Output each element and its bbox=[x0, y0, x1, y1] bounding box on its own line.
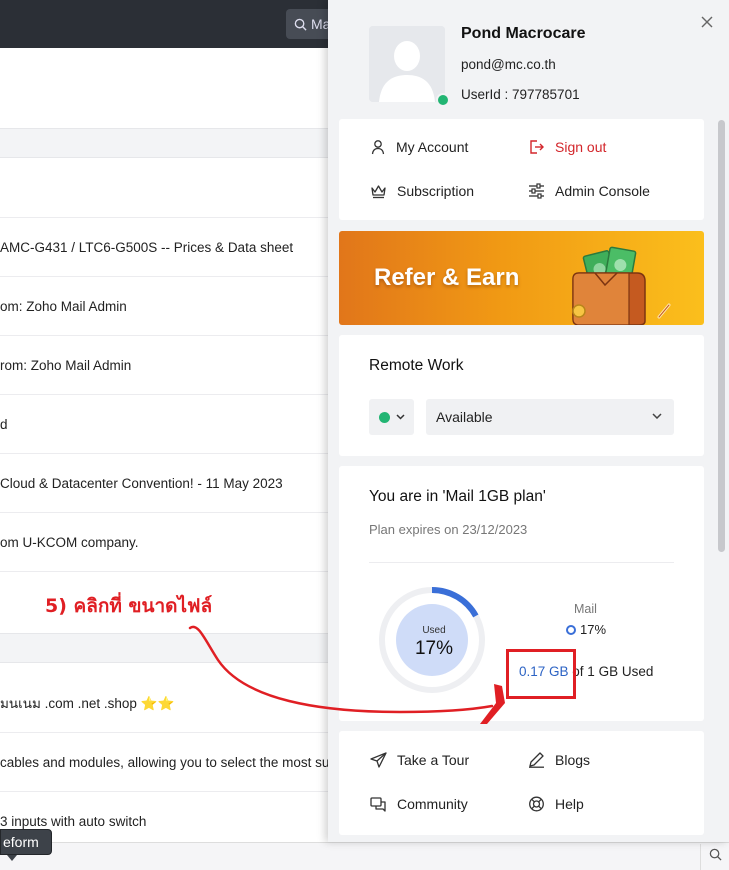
user-id: UserId : 797785701 bbox=[461, 87, 580, 102]
admin-console-label: Admin Console bbox=[555, 183, 650, 199]
chat-bubbles-icon bbox=[370, 797, 386, 812]
row-subject: AMC-G431 / LTC6-G500S -- Prices & Data s… bbox=[0, 240, 294, 255]
tooltip: eform bbox=[0, 829, 52, 861]
wallet-icon bbox=[572, 246, 671, 325]
row-subject: Cloud & Datacenter Convention! - 11 May … bbox=[0, 476, 283, 491]
close-icon bbox=[701, 16, 713, 28]
status-select[interactable]: Available bbox=[426, 399, 674, 435]
user-icon bbox=[371, 140, 385, 155]
refer-earn-text: Refer & Earn bbox=[374, 264, 520, 291]
remote-work-title: Remote Work bbox=[369, 357, 464, 374]
row-subject: 3 inputs with auto switch bbox=[0, 814, 147, 829]
admin-console-link[interactable]: Admin Console bbox=[528, 183, 650, 199]
bottom-bar bbox=[0, 842, 729, 870]
user-name: Pond Macrocare bbox=[461, 25, 586, 42]
row-subject: om: Zoho Mail Admin bbox=[0, 299, 127, 314]
online-status-dot bbox=[436, 93, 450, 107]
scrollbar-thumb[interactable] bbox=[718, 120, 725, 552]
donut-label: Used bbox=[422, 625, 446, 636]
take-tour-label: Take a Tour bbox=[397, 752, 470, 768]
table-row[interactable]: cables and modules, allowing you to sele… bbox=[0, 733, 340, 792]
row-subject: มนเนม .com .net .shop ⭐⭐ bbox=[0, 696, 175, 711]
table-row[interactable] bbox=[0, 159, 340, 218]
legend-value: 17% bbox=[580, 622, 607, 637]
chevron-down-icon bbox=[395, 414, 405, 420]
crown-icon bbox=[371, 185, 386, 199]
sliders-icon bbox=[529, 183, 544, 199]
annotation-highlight-box bbox=[506, 649, 576, 699]
list-group-header bbox=[0, 633, 340, 663]
status-value: Available bbox=[436, 409, 493, 425]
row-subject: rom: Zoho Mail Admin bbox=[0, 358, 132, 373]
community-link[interactable]: Community bbox=[370, 796, 468, 812]
legend-item: 17% bbox=[566, 622, 606, 637]
avatar[interactable] bbox=[369, 26, 445, 102]
row-subject: d bbox=[0, 417, 8, 432]
pencil-icon bbox=[529, 752, 544, 768]
table-row[interactable]: om U-KCOM company. bbox=[0, 513, 340, 572]
presence-dropdown[interactable] bbox=[369, 399, 414, 435]
storage-usage-suffix: of 1 GB Used bbox=[572, 664, 654, 679]
user-silhouette-icon bbox=[369, 26, 445, 102]
profile-panel: Pond Macrocare pond@mc.co.th UserId : 79… bbox=[328, 0, 729, 842]
community-label: Community bbox=[397, 796, 468, 812]
divider bbox=[369, 562, 674, 563]
help-link[interactable]: Help bbox=[528, 796, 584, 812]
refer-earn-banner[interactable]: Refer & Earn bbox=[339, 231, 704, 325]
table-row[interactable]: d bbox=[0, 395, 340, 454]
sign-out-label: Sign out bbox=[555, 139, 607, 155]
table-row[interactable]: rom: Zoho Mail Admin bbox=[0, 336, 340, 395]
sign-out-link[interactable]: Sign out bbox=[528, 139, 606, 155]
close-button[interactable] bbox=[697, 12, 717, 32]
donut-percent: 17% bbox=[414, 638, 454, 659]
plan-expiry: Plan expires on 23/12/2023 bbox=[369, 522, 528, 537]
lifebuoy-icon bbox=[529, 796, 544, 812]
plan-title: You are in 'Mail 1GB plan' bbox=[369, 488, 546, 505]
legend-title: Mail bbox=[574, 602, 597, 616]
presence-dot bbox=[378, 411, 390, 423]
annotation-text: 5) คลิกที่ ขนาดไฟล์ bbox=[45, 595, 213, 617]
list-group-header bbox=[0, 128, 340, 158]
bottom-search-button[interactable] bbox=[700, 844, 729, 870]
subscription-label: Subscription bbox=[397, 183, 475, 199]
user-email: pond@mc.co.th bbox=[461, 57, 556, 72]
chevron-down-icon bbox=[652, 413, 662, 419]
table-row[interactable]: AMC-G431 / LTC6-G500S -- Prices & Data s… bbox=[0, 218, 340, 277]
help-label: Help bbox=[555, 796, 584, 812]
blogs-label: Blogs bbox=[555, 752, 591, 768]
subscription-link[interactable]: Subscription bbox=[370, 183, 474, 199]
row-subject: cables and modules, allowing you to sele… bbox=[0, 755, 330, 770]
paper-plane-icon bbox=[370, 752, 387, 768]
search-icon bbox=[294, 18, 307, 31]
table-row[interactable]: om: Zoho Mail Admin bbox=[0, 277, 340, 336]
donut-label-group: Used 17% bbox=[398, 612, 470, 684]
remote-work-card: Remote Work Available bbox=[339, 335, 704, 456]
sign-out-icon bbox=[530, 140, 544, 154]
my-account-label: My Account bbox=[396, 139, 469, 155]
table-row[interactable]: Cloud & Datacenter Convention! - 11 May … bbox=[0, 454, 340, 513]
row-subject: om U-KCOM company. bbox=[0, 535, 139, 550]
table-row[interactable]: มนเนม .com .net .shop ⭐⭐ bbox=[0, 674, 340, 733]
account-menu-card: My Account Sign out Subscription Admin C… bbox=[339, 119, 704, 220]
search-icon bbox=[709, 848, 722, 861]
legend-marker bbox=[566, 624, 576, 635]
my-account-link[interactable]: My Account bbox=[370, 139, 468, 155]
blogs-link[interactable]: Blogs bbox=[528, 752, 590, 768]
help-links-card: Take a Tour Blogs Community Help bbox=[339, 731, 704, 835]
take-tour-link[interactable]: Take a Tour bbox=[370, 752, 469, 768]
